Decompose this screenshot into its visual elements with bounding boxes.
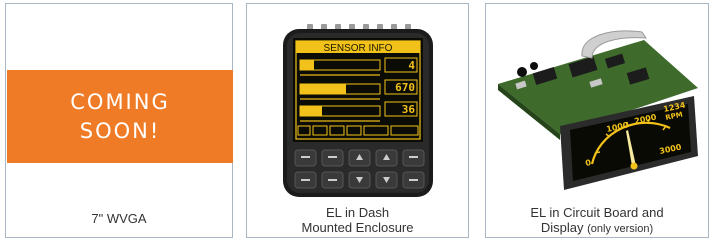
caption-display: Display [540, 220, 584, 235]
readout-1: 4 [408, 59, 415, 72]
readout-3: 36 [402, 103, 416, 116]
caption-line-2: Display (only version) [486, 220, 708, 237]
banner-line-2: SOON! [79, 118, 161, 143]
dash-enclosure-image[interactable]: SENSOR INFO 4 670 36 [269, 22, 447, 200]
caption-only-version-note: (only version) [587, 223, 654, 235]
caption-line-1: EL in Circuit Board and [530, 205, 664, 220]
banner-line-1: COMING [70, 89, 170, 114]
product-card-circuit-board[interactable]: 1000 2000 3000 0 1234 RPM EL in Circuit … [485, 3, 709, 238]
screen-title: SENSOR INFO [324, 43, 393, 54]
product-card-7in-wvga[interactable]: COMING SOON! 7" WVGA [5, 3, 233, 238]
card-caption[interactable]: 7" WVGA [6, 211, 232, 226]
readout-2: 670 [395, 81, 415, 94]
card-caption[interactable]: EL in Circuit Board and Display (only ve… [486, 205, 708, 237]
caption-line-2: Mounted Enclosure [301, 220, 414, 235]
circuit-board-image[interactable]: 1000 2000 3000 0 1234 RPM [494, 26, 702, 196]
caption-line-1: EL in Dash [325, 205, 390, 220]
card-caption[interactable]: EL in Dash Mounted Enclosure [247, 205, 468, 235]
product-card-dash-enclosure[interactable]: SENSOR INFO 4 670 36 EL in Dash Mounted … [246, 3, 469, 238]
coming-soon-banner: COMING SOON! [7, 70, 233, 163]
